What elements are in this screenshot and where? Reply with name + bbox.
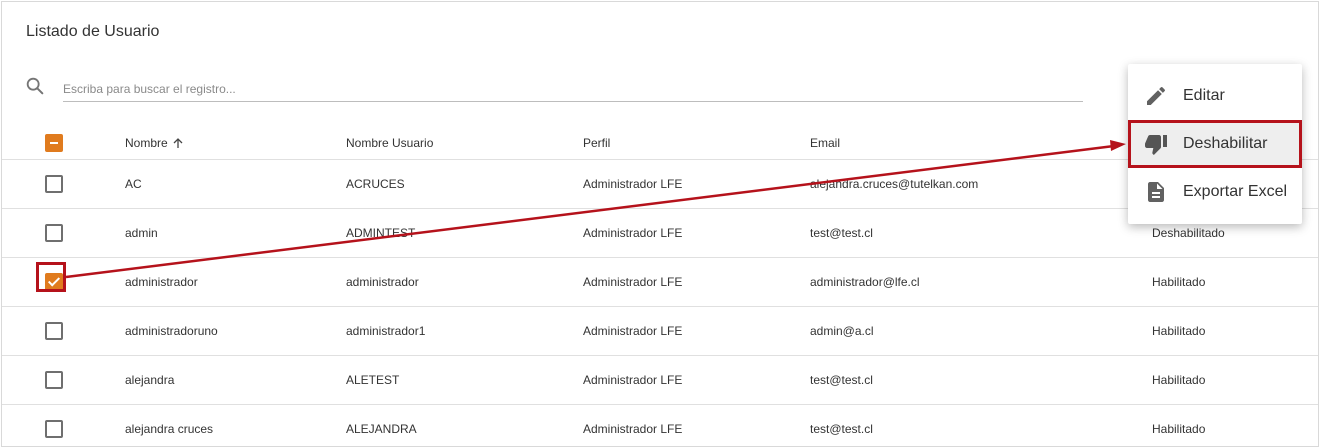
column-header-perfil[interactable]: Perfil: [583, 127, 610, 159]
cell-estado: Habilitado: [1152, 275, 1206, 289]
cell-nombre-usuario: ACRUCES: [346, 177, 405, 191]
cell-nombre-usuario: administrador1: [346, 324, 426, 338]
cell-perfil: Administrador LFE: [583, 324, 683, 338]
context-menu: Editar Deshabilitar Exportar Excel: [1128, 64, 1302, 224]
cell-nombre-usuario: ADMINTEST: [346, 226, 416, 240]
sort-ascending-icon: [173, 138, 183, 148]
cell-email: admin@a.cl: [810, 324, 874, 338]
select-all-checkbox[interactable]: [45, 134, 63, 152]
column-header-email[interactable]: Email: [810, 127, 840, 159]
cell-nombre: alejandra: [125, 373, 175, 387]
row-checkbox[interactable]: [45, 224, 63, 242]
row-checkbox[interactable]: [45, 420, 63, 438]
cell-nombre: admin: [125, 226, 158, 240]
document-icon: [1148, 182, 1164, 202]
cell-nombre: alejandra cruces: [125, 422, 214, 436]
cell-estado: Habilitado: [1152, 422, 1206, 436]
cell-nombre-usuario: ALEJANDRA: [346, 422, 417, 436]
cell-nombre: administrador: [125, 275, 198, 289]
cell-email: test@test.cl: [810, 373, 873, 387]
cell-nombre: AC: [125, 177, 142, 191]
menu-item-label: Deshabilitar: [1183, 135, 1268, 152]
menu-item-editar[interactable]: Editar: [1128, 72, 1302, 120]
row-checkbox[interactable]: [45, 175, 63, 193]
pencil-icon: [1147, 86, 1166, 105]
cell-perfil: Administrador LFE: [583, 177, 683, 191]
table-header: Nombre Nombre Usuario Perfil Email: [2, 127, 1318, 160]
cell-perfil: Administrador LFE: [583, 373, 683, 387]
table-row[interactable]: AC ACRUCES Administrador LFE alejandra.c…: [2, 160, 1318, 209]
cell-perfil: Administrador LFE: [583, 422, 683, 436]
table-row[interactable]: alejandra cruces ALEJANDRA Administrador…: [2, 405, 1318, 446]
column-header-nombre-usuario[interactable]: Nombre Usuario: [346, 127, 433, 159]
cell-email: administrador@lfe.cl: [810, 275, 920, 289]
thumbs-down-icon: [1145, 135, 1167, 155]
cell-estado: Habilitado: [1152, 373, 1206, 387]
table-row[interactable]: administradoruno administrador1 Administ…: [2, 307, 1318, 356]
users-table: Nombre Nombre Usuario Perfil Email AC AC…: [2, 127, 1318, 446]
cell-email: test@test.cl: [810, 226, 873, 240]
table-row[interactable]: administrador administrador Administrado…: [2, 258, 1318, 307]
menu-item-label: Exportar Excel: [1183, 183, 1288, 200]
cell-nombre: administradoruno: [125, 324, 218, 338]
cell-perfil: Administrador LFE: [583, 226, 683, 240]
cell-nombre-usuario: ALETEST: [346, 373, 400, 387]
menu-item-label: Editar: [1183, 87, 1225, 104]
row-checkbox[interactable]: [45, 371, 63, 389]
search-input[interactable]: [63, 77, 1083, 102]
cell-email: test@test.cl: [810, 422, 873, 436]
search-icon: [26, 77, 44, 95]
cell-email: alejandra.cruces@tutelkan.com: [810, 177, 979, 191]
table-row[interactable]: admin ADMINTEST Administrador LFE test@t…: [2, 209, 1318, 258]
cell-nombre-usuario: administrador: [346, 275, 419, 289]
user-list-card: Listado de Usuario Nombre Nombre Usuario…: [1, 1, 1319, 447]
page-title: Listado de Usuario: [26, 23, 160, 40]
cell-perfil: Administrador LFE: [583, 275, 683, 289]
annotation-highlight-checkbox: [36, 262, 66, 292]
cell-estado: Habilitado: [1152, 324, 1206, 338]
row-checkbox[interactable]: [45, 322, 63, 340]
menu-item-deshabilitar[interactable]: Deshabilitar: [1128, 120, 1302, 168]
menu-item-exportar-excel[interactable]: Exportar Excel: [1128, 168, 1302, 216]
column-header-nombre[interactable]: Nombre: [125, 127, 184, 159]
table-row[interactable]: alejandra ALETEST Administrador LFE test…: [2, 356, 1318, 405]
